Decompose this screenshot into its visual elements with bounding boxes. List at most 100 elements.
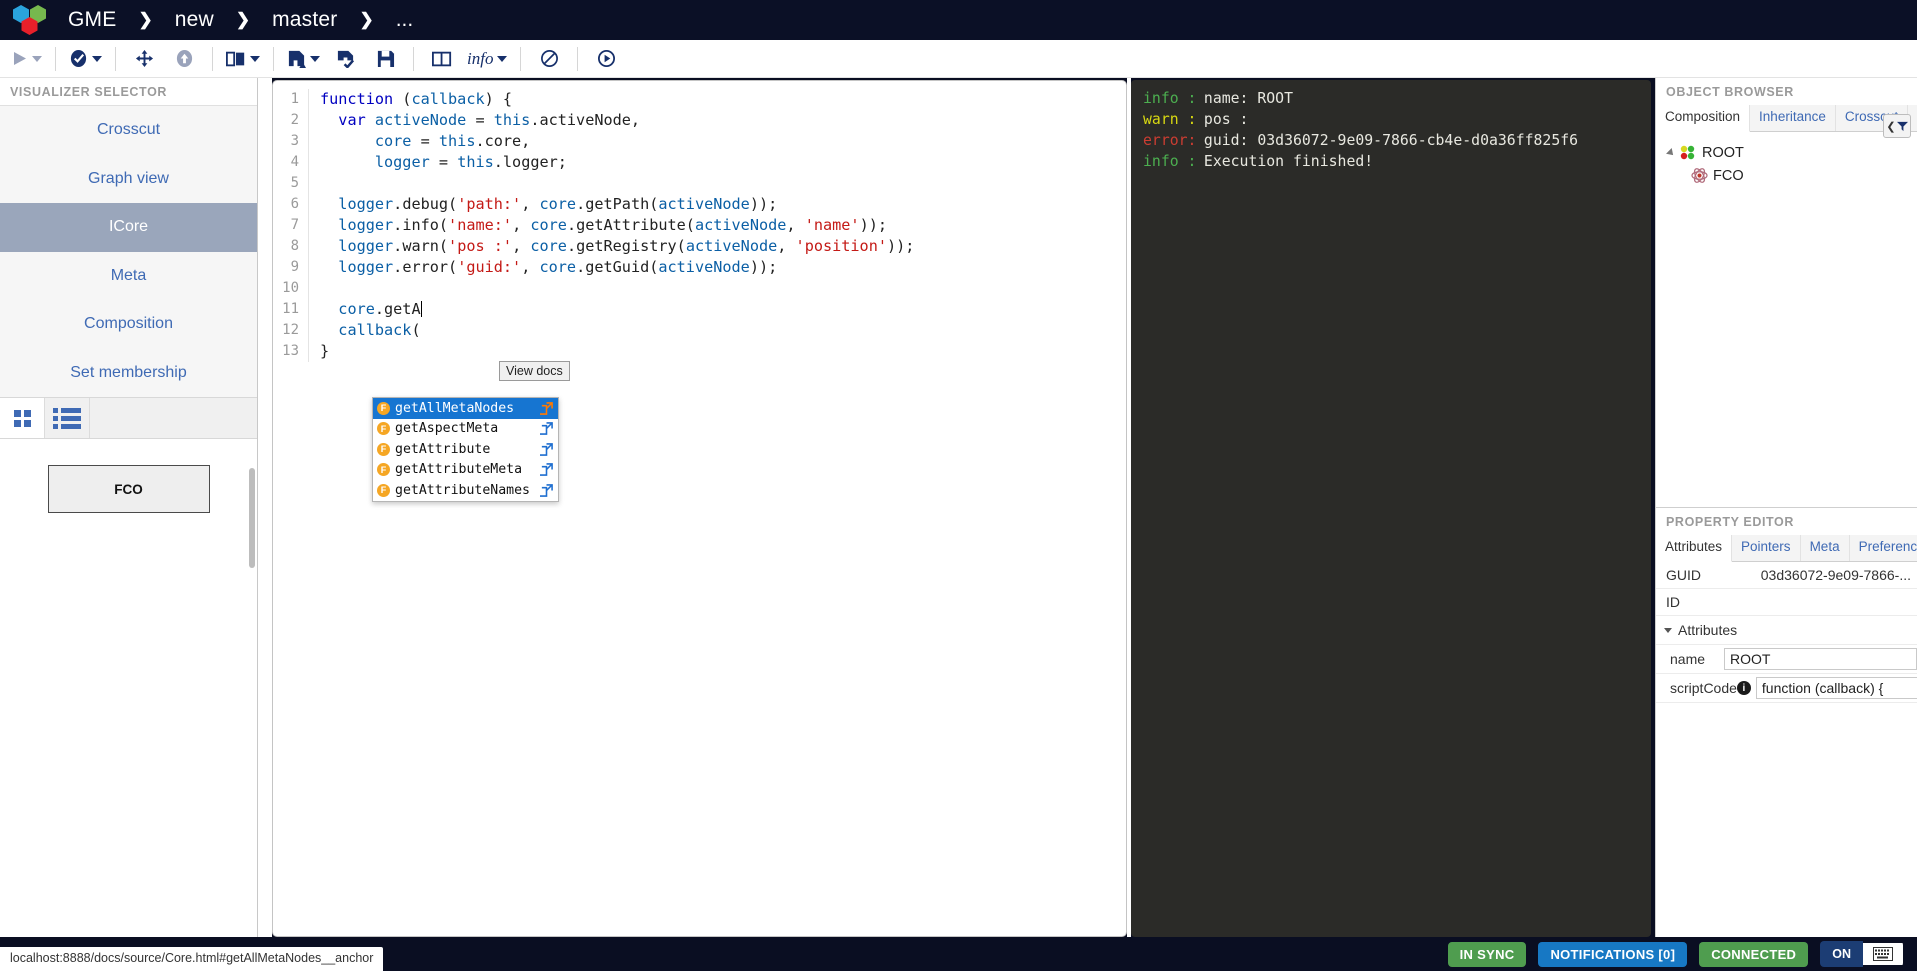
save-as-button[interactable]: [287, 44, 320, 74]
chevron-down-icon: [32, 55, 42, 62]
breadcrumb-overflow[interactable]: ...: [390, 8, 420, 32]
clear-console-button[interactable]: [534, 44, 564, 74]
view-docs-tooltip: View docs: [499, 361, 570, 381]
left-panel-scrollbar[interactable]: [249, 468, 255, 568]
code-line: 12 callback(: [273, 320, 1126, 341]
console-line: info : name: ROOT: [1143, 88, 1639, 109]
code-text[interactable]: logger = this.logger;: [309, 152, 567, 173]
status-badge-sync[interactable]: IN SYNC: [1447, 941, 1527, 967]
status-badge-notifications[interactable]: NOTIFICATIONS [0]: [1538, 941, 1688, 967]
log-level-button[interactable]: info: [467, 44, 508, 74]
code-text[interactable]: function (callback) {: [309, 89, 512, 110]
grid-view-tab[interactable]: [0, 398, 45, 438]
code-text[interactable]: logger.info('name:', core.getAttribute(a…: [309, 215, 887, 236]
code-text[interactable]: logger.debug('path:', core.getPath(activ…: [309, 194, 777, 215]
code-text[interactable]: }: [309, 341, 329, 362]
code-text[interactable]: core = this.core,: [309, 131, 530, 152]
attribute-row-name[interactable]: name: [1656, 645, 1917, 674]
code-text[interactable]: [309, 278, 320, 299]
line-number: 5: [273, 173, 309, 194]
code-mirror[interactable]: 1 function (callback) {2 var activeNode =…: [273, 81, 1126, 362]
tab-inheritance[interactable]: Inheritance: [1750, 105, 1836, 131]
tree-node-fco[interactable]: FCO: [1664, 164, 1909, 187]
code-editor-panel[interactable]: 1 function (callback) {2 var activeNode =…: [272, 80, 1127, 937]
autocomplete-label: getAttributeMeta: [395, 462, 523, 478]
chevron-down-icon: [310, 55, 320, 62]
tree-filter-button[interactable]: ❮: [1883, 114, 1911, 138]
upload-button[interactable]: [169, 44, 199, 74]
keyboard-toggle[interactable]: ON: [1820, 941, 1903, 967]
sidebar-item-crosscut[interactable]: Crosscut: [0, 106, 257, 155]
code-text[interactable]: core.getA: [309, 299, 422, 320]
autocomplete-label: getAspectMeta: [395, 421, 499, 437]
external-link-icon[interactable]: [537, 401, 553, 415]
autocomplete-item-getAttributeNames[interactable]: F getAttributeNames: [373, 480, 558, 501]
sidebar-item-meta[interactable]: Meta: [0, 252, 257, 301]
status-badge-connected[interactable]: CONNECTED: [1699, 941, 1809, 967]
sidebar-item-icore[interactable]: ICore: [0, 203, 257, 252]
sidebar-item-set-membership[interactable]: Set membership: [0, 349, 257, 398]
node-box-fco[interactable]: FCO: [47, 465, 210, 513]
save-check-icon: [337, 50, 354, 68]
console-output[interactable]: info : name: ROOT warn : pos : error: guid…: [1131, 80, 1651, 937]
tab-preferences[interactable]: Preferences: [1850, 535, 1917, 561]
console-line: error: guid: 03d36072-9e09-7866-cb4e-d0a…: [1143, 130, 1639, 151]
breadcrumb-project[interactable]: new: [169, 8, 220, 32]
autocomplete-popup[interactable]: F getAllMetaNodes F getAspectMeta F getA…: [372, 397, 559, 502]
code-text[interactable]: [309, 173, 320, 194]
autocomplete-item-getAttribute[interactable]: F getAttribute: [373, 439, 558, 460]
code-text[interactable]: logger.warn('pos :', core.getRegistry(ac…: [309, 236, 914, 257]
attribute-scriptcode-input[interactable]: [1755, 677, 1917, 699]
save-button[interactable]: [370, 44, 400, 74]
code-text[interactable]: callback(: [309, 320, 420, 341]
left-splitter[interactable]: [258, 78, 272, 958]
property-group-attributes[interactable]: Attributes: [1656, 616, 1917, 645]
property-editor-tabs: Attributes Pointers Meta Preferences: [1656, 535, 1917, 562]
property-row-id[interactable]: ID: [1656, 589, 1917, 616]
tab-attributes[interactable]: Attributes: [1656, 535, 1733, 562]
info-icon[interactable]: i: [1736, 681, 1751, 695]
breadcrumb-separator: ❯: [138, 10, 153, 29]
app-logo[interactable]: [10, 3, 52, 37]
external-link-icon[interactable]: [537, 463, 553, 477]
attribute-key: name: [1670, 651, 1706, 667]
autocomplete-item-getAttributeMeta[interactable]: F getAttributeMeta: [373, 460, 558, 481]
execute-button[interactable]: [11, 44, 42, 74]
move-arrows-icon: [135, 49, 153, 68]
tab-composition[interactable]: Composition: [1656, 105, 1751, 132]
code-text[interactable]: logger.error('guid:', core.getGuid(activ…: [309, 257, 777, 278]
tree-node-root[interactable]: ROOT: [1664, 141, 1909, 164]
external-link-icon[interactable]: [537, 422, 553, 436]
sidebar-item-composition[interactable]: Composition: [0, 300, 257, 349]
tab-pointers[interactable]: Pointers: [1732, 535, 1801, 561]
autocomplete-item-getAspectMeta[interactable]: F getAspectMeta: [373, 419, 558, 440]
validate-button[interactable]: [69, 44, 102, 74]
save-check-button[interactable]: [330, 44, 360, 74]
external-link-icon[interactable]: [537, 483, 553, 497]
expand-arrow-icon[interactable]: [1666, 147, 1676, 158]
toolbar-divider: [115, 46, 116, 71]
code-text[interactable]: var activeNode = this.activeNode,: [309, 110, 640, 131]
function-kind-icon: F: [377, 483, 390, 497]
external-link-icon[interactable]: [537, 442, 553, 456]
line-number: 13: [273, 341, 309, 362]
property-row-guid[interactable]: GUID 03d36072-9e09-7866-...: [1656, 562, 1917, 589]
keyboard-icon[interactable]: [1863, 943, 1903, 965]
sidebar-item-graph-view[interactable]: Graph view: [0, 155, 257, 204]
run-button[interactable]: [591, 44, 621, 74]
attribute-row-scriptcode[interactable]: scriptCode i: [1656, 674, 1917, 703]
console-message: guid: 03d36072-9e09-7866-cb4e-d0a36ff825…: [1195, 132, 1579, 149]
line-number: 3: [273, 131, 309, 152]
line-number: 9: [273, 257, 309, 278]
breadcrumb-branch[interactable]: master: [266, 8, 343, 32]
move-button[interactable]: [129, 44, 159, 74]
tab-meta[interactable]: Meta: [1801, 535, 1850, 561]
split-panel-icon: [226, 51, 245, 66]
log-level-label: info: [467, 48, 494, 68]
brand-title[interactable]: GME: [62, 8, 122, 32]
autocomplete-item-getAllMetaNodes[interactable]: F getAllMetaNodes: [373, 398, 558, 419]
list-view-tab[interactable]: [45, 398, 90, 438]
attribute-name-input[interactable]: [1724, 648, 1917, 670]
layout-button[interactable]: [427, 44, 457, 74]
split-view-button[interactable]: [226, 44, 260, 74]
